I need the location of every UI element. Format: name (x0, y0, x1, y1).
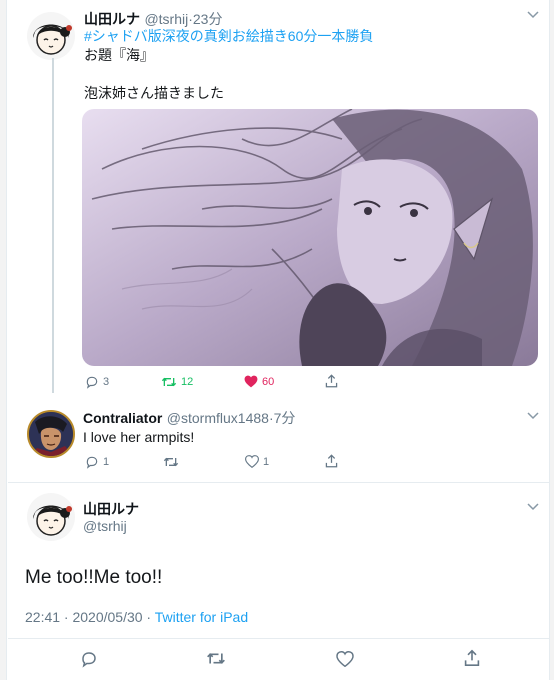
share-button[interactable] (464, 649, 480, 667)
avatar[interactable] (27, 493, 75, 541)
author-handle[interactable]: @tsrhij (144, 11, 188, 27)
retweet-button[interactable] (163, 455, 179, 469)
avatar[interactable] (27, 12, 75, 60)
retweet-count: 12 (181, 376, 194, 388)
thread-connector-line (52, 58, 54, 393)
retweet-icon (163, 457, 179, 467)
like-button[interactable]: 1 (245, 455, 269, 468)
tweet-header: 山田ルナ @tsrhij·23分 (84, 9, 222, 29)
retweet-button[interactable]: 12 (161, 375, 193, 389)
chevron-down-icon[interactable] (527, 411, 539, 423)
reply-count: 1 (103, 456, 110, 468)
heart-icon (336, 651, 354, 667)
reply-button[interactable]: 1 (85, 455, 109, 469)
share-button[interactable] (325, 454, 338, 468)
tweet-time[interactable]: ·7分 (269, 410, 295, 426)
reply-icon (82, 652, 96, 668)
tweet-timestamp[interactable]: 22:41 · 2020/05/30 · (25, 609, 155, 625)
heart-icon (245, 455, 259, 468)
retweet-icon (207, 653, 225, 664)
reply-button[interactable] (80, 650, 98, 668)
retweet-button[interactable] (206, 650, 226, 667)
reply-button[interactable]: 3 (85, 375, 109, 389)
divider (8, 638, 549, 639)
share-icon (325, 454, 338, 468)
tweet-text: I love her armpits! (83, 429, 195, 445)
author-name[interactable]: 山田ルナ (84, 11, 140, 27)
tweet-text-line: お題『海』 (84, 47, 154, 63)
like-count: 1 (263, 455, 270, 468)
reply-icon (86, 456, 98, 469)
tweet-time[interactable]: ·23分 (188, 11, 222, 27)
tweet-metadata: 22:41 · 2020/05/30 · Twitter for iPad (25, 609, 248, 625)
tweet-text: Me too!!Me too!! (25, 567, 163, 588)
window-frame-right (549, 0, 554, 680)
like-button[interactable] (336, 651, 354, 667)
tweet-source-link[interactable]: Twitter for iPad (155, 609, 248, 625)
share-icon (464, 649, 480, 666)
retweet-icon (161, 377, 177, 387)
tweet-header: Contraliator @stormflux1488·7分 (83, 408, 295, 428)
author-handle[interactable]: @stormflux1488 (167, 410, 269, 426)
avatar[interactable] (27, 410, 75, 458)
reply-count: 3 (103, 376, 110, 388)
window-frame-left (0, 0, 7, 680)
chevron-down-icon[interactable] (527, 502, 539, 514)
tweet-image[interactable] (82, 109, 538, 366)
tweet-text-line: 泡沫姉さん描きました (84, 85, 224, 101)
heart-icon (244, 375, 258, 388)
author-name[interactable]: Contraliator (83, 410, 162, 426)
like-button[interactable]: 60 (244, 375, 274, 388)
divider (8, 482, 549, 483)
author-name[interactable]: 山田ルナ (83, 499, 139, 519)
hashtag-link[interactable]: #シャドバ版深夜の真剣お絵描き60分一本勝負 (84, 27, 373, 45)
share-icon (325, 374, 338, 388)
like-count: 60 (262, 375, 275, 388)
share-button[interactable] (325, 374, 338, 388)
reply-icon (86, 376, 98, 389)
author-handle[interactable]: @tsrhij (83, 518, 127, 534)
chevron-down-icon[interactable] (527, 10, 539, 22)
